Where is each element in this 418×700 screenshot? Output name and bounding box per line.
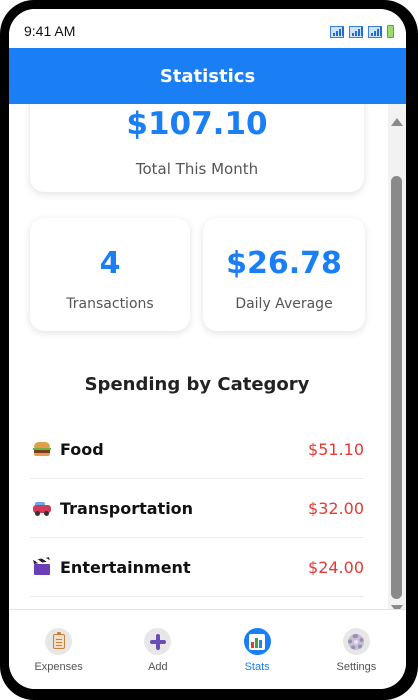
category-row-transportation[interactable]: Transportation $32.00	[30, 479, 364, 538]
total-card: $107.10 Total This Month	[30, 104, 364, 192]
nav-label: Stats	[244, 661, 270, 673]
app-header: Statistics	[9, 48, 406, 104]
device-frame: 9:41 AM Statistics $107.10 Total This Mo…	[0, 0, 418, 700]
screen: 9:41 AM Statistics $107.10 Total This Mo…	[9, 9, 406, 689]
scrollbar[interactable]	[388, 104, 406, 619]
plus-icon	[149, 633, 166, 650]
daily-average-value: $26.78	[226, 246, 342, 281]
scroll-up-arrow-icon[interactable]	[391, 118, 403, 126]
car-icon	[32, 499, 52, 517]
signal-icon	[330, 26, 344, 38]
category-row-entertainment[interactable]: Entertainment $24.00	[30, 538, 364, 597]
nav-label: Expenses	[34, 661, 83, 673]
category-amount: $24.00	[308, 557, 364, 577]
nav-item-stats[interactable]: Stats	[208, 610, 307, 689]
status-time: 9:41 AM	[24, 23, 76, 39]
status-bar: 9:41 AM	[9, 9, 406, 48]
cellular-icon	[368, 26, 382, 38]
gear-icon	[348, 633, 365, 650]
nav-item-add[interactable]: Add	[108, 610, 207, 689]
bar-chart-icon	[249, 633, 266, 650]
total-amount: $107.10	[126, 106, 268, 142]
category-list: Food $51.10 Transportation $32.00 Entert…	[30, 420, 364, 597]
category-amount: $32.00	[308, 498, 364, 518]
nav-item-settings[interactable]: Settings	[307, 610, 406, 689]
transactions-count: 4	[99, 246, 121, 281]
category-row-food[interactable]: Food $51.10	[30, 420, 364, 479]
battery-icon	[387, 25, 394, 38]
category-section-title: Spending by Category	[84, 374, 310, 395]
nav-label: Add	[148, 661, 168, 673]
transactions-label: Transactions	[66, 296, 154, 312]
clipboard-icon	[52, 632, 65, 649]
wifi-icon	[349, 26, 363, 38]
nav-item-expenses[interactable]: Expenses	[9, 610, 108, 689]
nav-label: Settings	[336, 661, 377, 673]
total-label: Total This Month	[135, 160, 259, 178]
bottom-nav: Expenses Add Stats Settings	[9, 609, 406, 689]
category-name: Food	[60, 439, 104, 459]
daily-average-label: Daily Average	[235, 296, 333, 312]
category-amount: $51.10	[308, 439, 364, 459]
stats-content[interactable]: $107.10 Total This Month 4 Transactions …	[9, 104, 406, 609]
page-title: Statistics	[159, 65, 256, 87]
daily-average-card: $26.78 Daily Average	[203, 218, 365, 331]
scrollbar-thumb[interactable]	[391, 176, 402, 599]
status-icons	[330, 25, 394, 38]
category-name: Entertainment	[60, 557, 191, 577]
category-name: Transportation	[60, 498, 194, 518]
clapperboard-icon	[32, 557, 52, 576]
transactions-card: 4 Transactions	[30, 218, 190, 331]
burger-icon	[32, 440, 52, 458]
